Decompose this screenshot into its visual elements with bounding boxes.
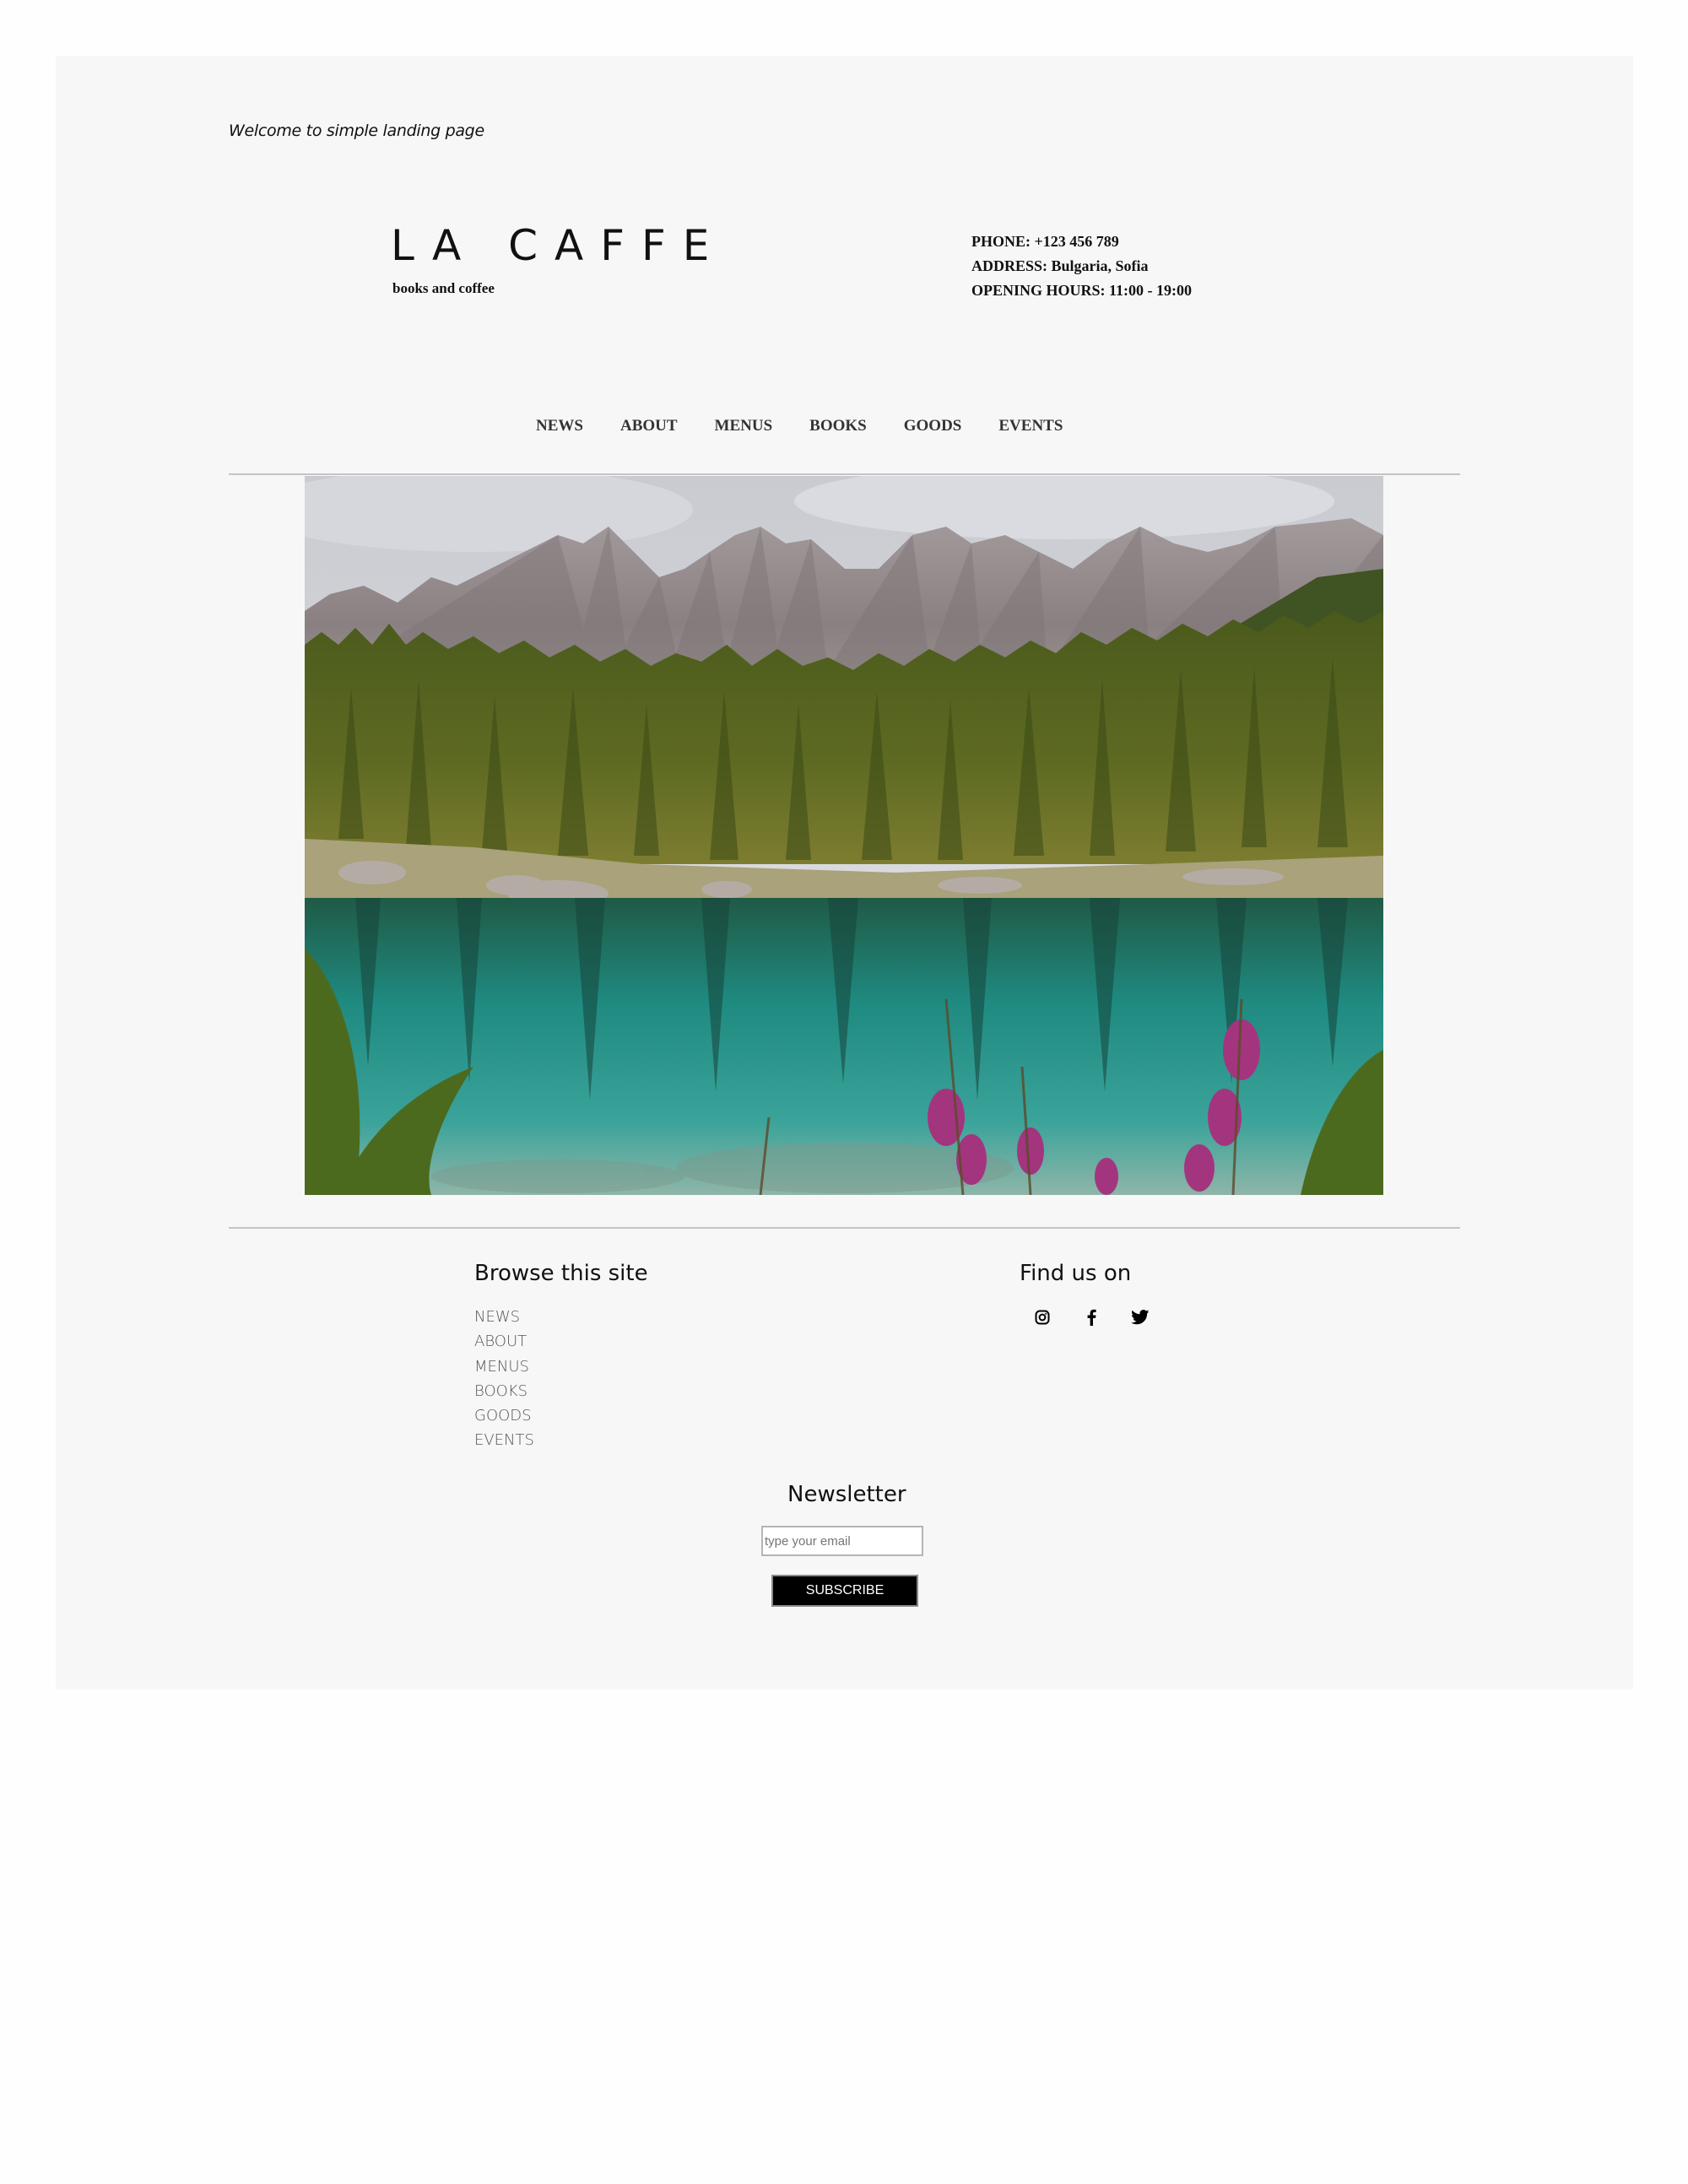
contact-hours: OPENING HOURS: 11:00 - 19:00 <box>971 282 1192 299</box>
twitter-icon[interactable] <box>1129 1306 1151 1328</box>
footer-link-menus[interactable]: MENUS <box>474 1354 534 1379</box>
hero-image <box>305 476 1383 1195</box>
footer-link-goods[interactable]: GOODS <box>474 1403 534 1428</box>
page-container: Welcome to simple landing page LA CAFFE … <box>56 56 1633 1689</box>
email-input[interactable] <box>761 1526 923 1556</box>
newsletter-title: Newsletter <box>787 1482 906 1507</box>
bottom-divider <box>229 1227 1460 1229</box>
subscribe-button[interactable]: SUBSCRIBE <box>771 1575 918 1607</box>
footer-link-events[interactable]: EVENTS <box>474 1428 534 1452</box>
nav-item-books[interactable]: BOOKS <box>809 417 867 435</box>
browse-list: NEWS ABOUT MENUS BOOKS GOODS EVENTS <box>474 1305 534 1453</box>
facebook-icon[interactable] <box>1080 1306 1102 1328</box>
footer-link-books[interactable]: BOOKS <box>474 1379 534 1403</box>
contact-phone: PHONE: +123 456 789 <box>971 233 1119 250</box>
social-links <box>1031 1306 1151 1328</box>
nav-item-news[interactable]: NEWS <box>536 417 583 435</box>
nav-item-goods[interactable]: GOODS <box>904 417 962 435</box>
logo-title[interactable]: LA CAFFE <box>391 224 726 267</box>
footer-link-news[interactable]: NEWS <box>474 1305 534 1329</box>
nav-item-menus[interactable]: MENUS <box>715 417 773 435</box>
find-us-title: Find us on <box>1020 1261 1132 1286</box>
nav-item-events[interactable]: EVENTS <box>998 417 1063 435</box>
main-nav: NEWS ABOUT MENUS BOOKS GOODS EVENTS <box>536 417 1100 435</box>
instagram-icon[interactable] <box>1031 1306 1053 1328</box>
contact-address: ADDRESS: Bulgaria, Sofia <box>971 257 1149 274</box>
contact-info: PHONE: +123 456 789 ADDRESS: Bulgaria, S… <box>971 230 1192 303</box>
nav-item-about[interactable]: ABOUT <box>620 417 678 435</box>
top-divider <box>229 473 1460 475</box>
welcome-text: Welcome to simple landing page <box>229 122 484 140</box>
logo-subtitle: books and coffee <box>392 280 495 296</box>
footer-link-about[interactable]: ABOUT <box>474 1329 534 1354</box>
browse-title: Browse this site <box>474 1261 648 1286</box>
